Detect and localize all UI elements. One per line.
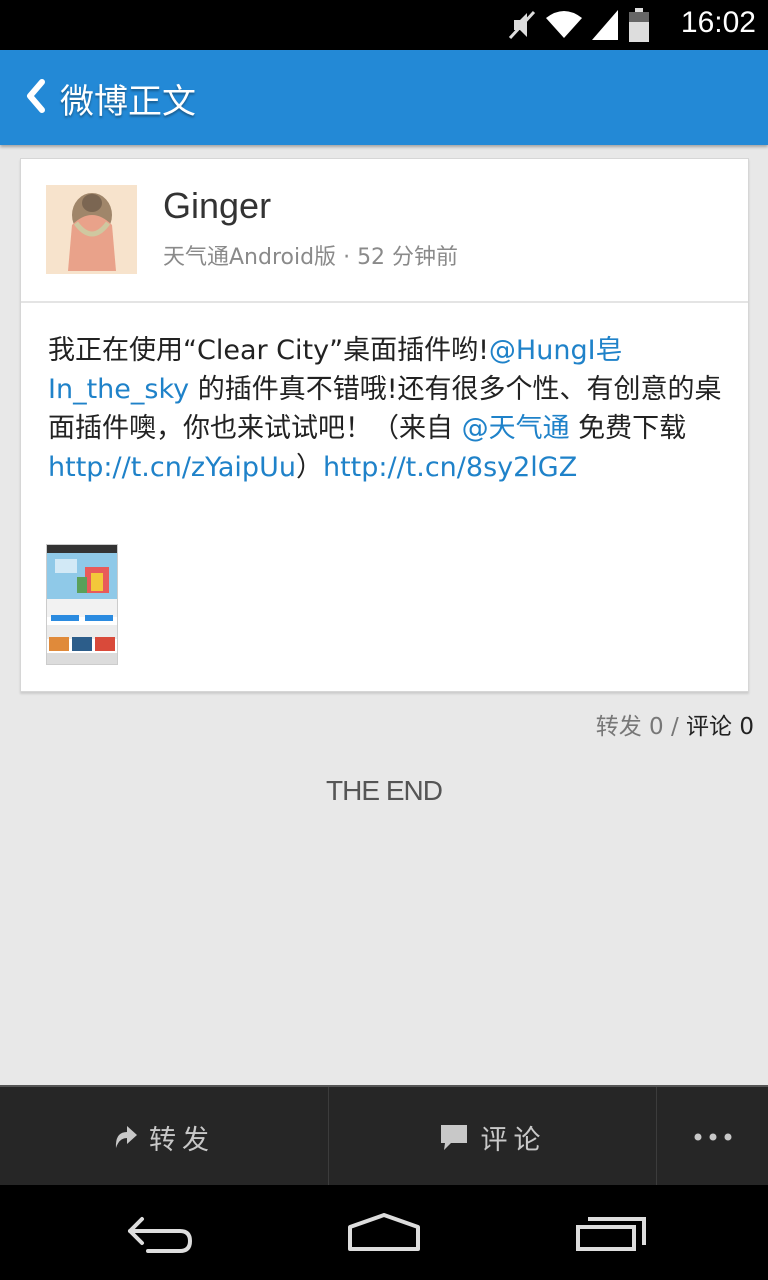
home-icon[interactable] [346, 1203, 422, 1263]
system-nav-bar [0, 1185, 768, 1280]
post-image-thumbnail[interactable] [46, 544, 118, 665]
app-bar: 微博正文 [0, 50, 768, 145]
comment-icon [440, 1125, 467, 1150]
post-text-part: 免费下载 [569, 413, 687, 444]
post-stats: 转发 0 / 评论 0 [596, 707, 754, 741]
repost-button[interactable]: 转发 [0, 1087, 328, 1187]
post-meta: 天气通Android版 · 52 分钟前 [163, 239, 458, 271]
url-link[interactable]: http://t.cn/zYaipUu [48, 452, 296, 483]
recents-icon[interactable] [574, 1203, 648, 1263]
chevron-left-icon[interactable] [22, 76, 50, 116]
signal-icon [592, 10, 618, 40]
thumbnail-preview [47, 545, 117, 664]
post-text-part: 我正在使用“Clear City”桌面插件哟! [48, 335, 489, 366]
url-link[interactable]: http://t.cn/8sy2lGZ [323, 452, 577, 483]
action-toolbar: 转发 评论 [0, 1085, 768, 1187]
divider [21, 301, 748, 303]
more-button[interactable] [657, 1087, 768, 1187]
meta-separator: · [343, 245, 358, 270]
post-time: 52 分钟前 [357, 245, 459, 270]
mention-link[interactable]: @天气通 [462, 413, 570, 444]
avatar-illustration [46, 185, 137, 274]
end-marker: THE END [326, 775, 443, 806]
mute-icon [508, 10, 536, 40]
page-title: 微博正文 [60, 82, 196, 122]
comment-label: 评论 [480, 1124, 547, 1156]
post-card: Ginger 天气通Android版 · 52 分钟前 我正在使用“Clear … [20, 158, 749, 692]
stats-separator: / [670, 714, 679, 740]
comment-count: 0 [739, 714, 754, 740]
repost-icon [115, 1126, 137, 1148]
post-text: 我正在使用“Clear City”桌面插件哟!@HungI皂In_the_sky… [48, 331, 728, 487]
battery-icon [629, 8, 649, 42]
repost-count: 0 [649, 714, 664, 740]
wifi-icon [546, 11, 582, 38]
status-bar: 16:02 [0, 0, 768, 50]
clock: 16:02 [680, 6, 756, 39]
post-source: 天气通Android版 [163, 245, 337, 270]
repost-count-label[interactable]: 转发 [596, 714, 642, 740]
status-icons [508, 8, 650, 42]
repost-label: 转发 [149, 1124, 215, 1156]
post-text-part: ） [295, 452, 323, 483]
comment-button[interactable]: 评论 [329, 1087, 656, 1187]
back-icon[interactable] [124, 1203, 194, 1263]
comment-count-label[interactable]: 评论 [686, 714, 732, 740]
author-name[interactable]: Ginger [163, 185, 271, 227]
more-icon [694, 1133, 731, 1141]
avatar[interactable] [46, 185, 137, 274]
